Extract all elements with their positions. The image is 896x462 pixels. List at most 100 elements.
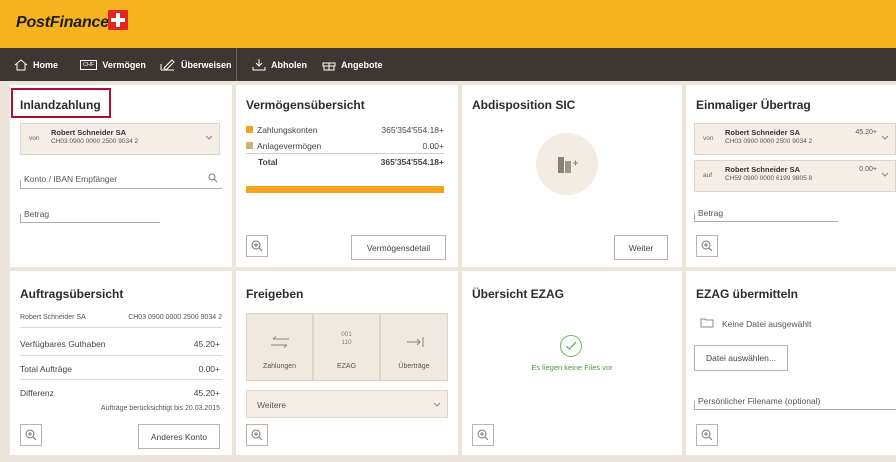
anlagevermoegen-value: 0.00+ [422, 141, 444, 151]
gift-icon [322, 62, 336, 71]
chevron-down-icon [881, 135, 889, 140]
zoom-in-icon [701, 429, 713, 441]
from-account-select[interactable]: von Robert Schneider SA CH03 0900 0000 2… [694, 123, 896, 155]
filename-field[interactable]: Persönlicher Filename (optional) [698, 396, 820, 406]
to-prefix: auf [703, 172, 713, 179]
nav-home[interactable]: Home [14, 48, 58, 81]
zoom-in-icon [25, 429, 37, 441]
nav-angebote-label: Angebote [341, 59, 383, 70]
top-header: PostFinance [0, 0, 896, 48]
recipient-field[interactable]: Konto / IBAN Empfänger [24, 174, 117, 184]
differenz-value: 45.20+ [193, 388, 220, 398]
chevron-down-icon [205, 135, 213, 140]
zahlungskonten-label: Zahlungskonten [246, 125, 318, 135]
nav-ueberweisen-label: Überweisen [181, 59, 232, 70]
auftrag-tile: Auftragsübersicht Robert Schneider SA CH… [10, 271, 232, 455]
weitere-dropdown[interactable]: Weitere [246, 390, 448, 418]
einmalig-title: Einmaliger Übertrag [696, 98, 811, 112]
postfinance-logo[interactable]: PostFinance [16, 14, 109, 32]
nav-separator [236, 48, 237, 81]
search-icon[interactable] [208, 173, 218, 183]
ezag-label: EZAG [336, 363, 357, 370]
sic-illustration [536, 133, 598, 195]
anlagevermoegen-label: Anlagevermögen [246, 141, 321, 151]
filename-underline [694, 409, 896, 410]
abdisposition-title: Abdisposition SIC [472, 98, 576, 112]
from-account-amount: 45.20+ [855, 129, 877, 136]
vermoegensdetail-button[interactable]: Vermögensdetail [351, 235, 446, 260]
weiter-button[interactable]: Weiter [614, 235, 668, 260]
chevron-down-icon [433, 402, 441, 407]
auftrag-account-name: Robert Schneider SA [20, 314, 86, 321]
total-auftraege-label: Total Aufträge [20, 364, 72, 374]
zoom-button[interactable] [696, 235, 718, 257]
amount-tick [20, 214, 21, 222]
nav-abholen-label: Abholen [271, 59, 307, 70]
from-account-iban: CH03 0900 0000 2500 9034 2 [725, 138, 813, 145]
nav-abholen[interactable]: Abholen [252, 48, 307, 81]
zoom-button[interactable] [20, 424, 42, 446]
weitere-label: Weitere [257, 400, 287, 410]
bank-icon [558, 157, 578, 173]
guthaben-value: 45.20+ [193, 339, 220, 349]
anlagevermoegen-square-icon [246, 142, 253, 149]
zahlungskonten-value: 365'354'554.18+ [381, 125, 444, 135]
freigeben-title: Freigeben [246, 287, 304, 301]
asset-bar-fill [246, 186, 444, 193]
zoom-button[interactable] [472, 424, 494, 446]
to-account-name: Robert Schneider SA [725, 165, 801, 174]
to-account-iban: CH59 0900 0000 6199 9805 8 [725, 175, 813, 182]
recipient-underline [20, 188, 222, 189]
freigabe-zahlungen[interactable]: Zahlungen [246, 313, 313, 381]
zoom-button[interactable] [246, 424, 268, 446]
from-account-select[interactable]: von Robert Schneider SA CH03 0900 0000 2… [20, 123, 220, 155]
zoom-button[interactable] [696, 424, 718, 446]
differenz-label: Differenz [20, 388, 54, 398]
total-label: Total [258, 157, 278, 167]
pen-icon [160, 58, 175, 71]
chevron-down-icon [881, 172, 889, 177]
arrow-to-bar-icon [407, 337, 424, 347]
main-navigation: Home CHF Vermögen Überweisen Abholen Ang… [0, 48, 896, 81]
zoom-button[interactable] [246, 235, 268, 257]
total-divider [246, 153, 444, 154]
transfer-arrows-icon [271, 336, 289, 348]
nav-vermoegen[interactable]: CHF Vermögen [80, 48, 146, 81]
vermoegen-tile: Vermögensübersicht Zahlungskonten 365'35… [236, 85, 458, 267]
nav-home-label: Home [33, 59, 59, 70]
choose-file-button[interactable]: Datei auswählen... [694, 345, 788, 371]
amount-field[interactable]: Betrag [24, 209, 49, 219]
freigabe-ezag[interactable]: 001 110 EZAG [313, 313, 380, 381]
abdisposition-tile: Abdisposition SIC Weiter [462, 85, 682, 267]
nav-vermoegen-label: Vermögen [102, 59, 146, 70]
recipient-tick [20, 180, 21, 188]
zahlungskonten-square-icon [246, 126, 253, 133]
swiss-cross-icon [108, 10, 128, 30]
freigabe-uebertraege[interactable]: Überträge [380, 313, 448, 381]
auftrag-note: Aufträge berücksichtigt bis 20.03.2015 [100, 405, 220, 412]
ezag-overview-title: Übersicht EZAG [472, 287, 565, 301]
nav-angebote[interactable]: Angebote [322, 48, 383, 81]
row-divider [20, 355, 222, 356]
no-files-message: Es liegen keine Files vor [531, 363, 613, 372]
zoom-in-icon [477, 429, 489, 441]
nav-ueberweisen[interactable]: Überweisen [160, 48, 232, 81]
anderes-konto-button[interactable]: Anderes Konto [138, 424, 220, 449]
from-account-name: Robert Schneider SA [725, 128, 801, 137]
amount-tick [694, 213, 695, 221]
zoom-in-icon [251, 240, 263, 252]
guthaben-label: Verfügbares Guthaben [20, 339, 106, 349]
no-file-label: Keine Datei ausgewählt [722, 319, 812, 329]
download-icon [252, 59, 266, 71]
asset-bar-track [246, 186, 444, 193]
to-account-select[interactable]: auf Robert Schneider SA CH59 0900 0000 6… [694, 160, 896, 192]
from-prefix: von [703, 135, 714, 142]
amount-field[interactable]: Betrag [698, 208, 723, 218]
folder-icon [700, 318, 714, 328]
uebertraege-label: Überträge [398, 363, 430, 370]
from-prefix: von [29, 135, 40, 142]
check-circle-icon [560, 335, 582, 357]
row-divider [20, 379, 222, 380]
total-value: 365'354'554.18+ [380, 157, 444, 167]
total-auftraege-value: 0.00+ [198, 364, 220, 374]
